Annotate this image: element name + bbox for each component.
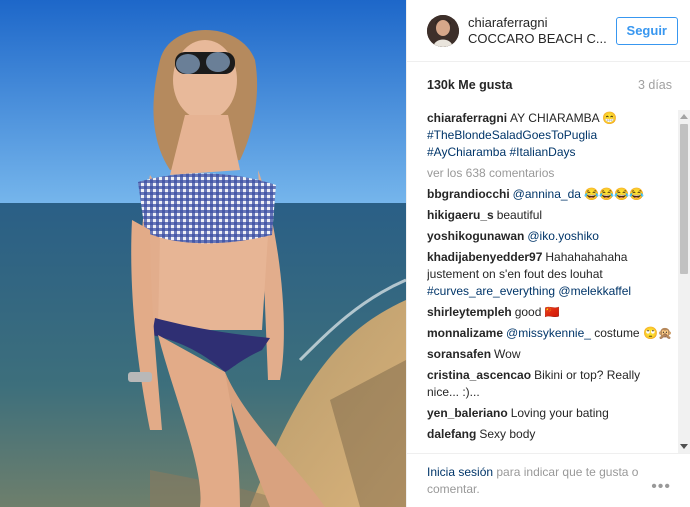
caption: chiaraferragni AY CHIARAMBA 😁 #TheBlondeS… [427, 110, 675, 161]
post-location[interactable]: COCCARO BEACH C... [468, 31, 616, 47]
login-prompt: Inicia sesión para indicar que te gusta … [427, 464, 647, 507]
comment: cristina_ascencao Bikini or top? Really n… [427, 367, 675, 401]
comment: monnalizame @missykennie_ costume 🙄🙊 [427, 325, 675, 342]
post-timestamp[interactable]: 3 días [638, 78, 672, 92]
comment-text: beautiful [496, 208, 543, 222]
comment: shirleytempleh good 🇨🇳 [427, 304, 675, 321]
avatar-image [427, 14, 459, 47]
comment: yoshikogunawan @iko.yoshiko [427, 228, 675, 245]
view-all-comments-link[interactable]: ver los 638 comentarios [427, 165, 675, 182]
login-link[interactable]: Inicia sesión [427, 465, 493, 479]
comment-text: Sexy body [479, 427, 536, 441]
post-header: chiaraferragni COCCARO BEACH C... Seguir [407, 0, 690, 62]
comment: dalefang Sexy body [427, 426, 675, 443]
more-options-icon[interactable]: ••• [651, 478, 671, 507]
comment-text: Loving your bating [510, 406, 609, 420]
post-username[interactable]: chiaraferragni [468, 15, 616, 31]
follow-button[interactable]: Seguir [615, 16, 678, 45]
comment-username[interactable]: khadijabenyedder97 [427, 250, 542, 264]
post-photo[interactable] [0, 0, 406, 507]
comment-mention[interactable]: @annina_da [513, 187, 581, 201]
comments-list: chiaraferragni AY CHIARAMBA 😁 #TheBlondeS… [427, 110, 675, 455]
header-text: chiaraferragni COCCARO BEACH C... [468, 15, 616, 47]
comment-mention[interactable]: @iko.yoshiko [527, 229, 599, 243]
caption-hashtags[interactable]: #TheBlondeSaladGoesToPuglia #AyChiaramba… [427, 127, 675, 161]
comment-username[interactable]: yen_baleriano [427, 406, 508, 420]
comment-username[interactable]: cristina_ascencao [427, 368, 531, 382]
instagram-post: chiaraferragni COCCARO BEACH C... Seguir… [0, 0, 690, 507]
comment: yen_baleriano Loving your bating [427, 405, 675, 422]
comment-username[interactable]: monnalizame [427, 326, 503, 340]
comment-text: costume 🙄🙊 [590, 326, 673, 340]
beach-photo-image [0, 0, 406, 507]
scroll-down-arrow-icon[interactable] [680, 444, 688, 449]
comment-username[interactable]: bbgrandiocchi [427, 187, 510, 201]
comment: khadijabenyedder97 Hahahahahaha justement… [427, 249, 675, 300]
comment: soransafen Wow [427, 346, 675, 363]
avatar[interactable] [427, 14, 459, 47]
comment: hikigaeru_s beautiful [427, 207, 675, 224]
scroll-up-arrow-icon[interactable] [680, 114, 688, 119]
caption-username[interactable]: chiaraferragni [427, 111, 507, 125]
post-footer: Inicia sesión para indicar que te gusta … [407, 453, 690, 507]
comment-username[interactable]: shirleytempleh [427, 305, 512, 319]
comment-username[interactable]: soransafen [427, 347, 491, 361]
comment-text: good 🇨🇳 [514, 305, 560, 319]
scrollbar-thumb[interactable] [680, 124, 688, 274]
comment-text: Wow [494, 347, 521, 361]
comment-hashtags[interactable]: #curves_are_everything @melekkaffel [427, 283, 675, 300]
comment: bbgrandiocchi @annina_da 😂😂😂😂 [427, 186, 675, 203]
comment-mention[interactable]: @missykennie_ [506, 326, 591, 340]
post-details-panel: chiaraferragni COCCARO BEACH C... Seguir… [406, 0, 690, 507]
comment-username[interactable]: yoshikogunawan [427, 229, 524, 243]
comment-text: 😂😂😂😂 [580, 187, 645, 201]
comment-username[interactable]: hikigaeru_s [427, 208, 494, 222]
comments-scrollbar[interactable] [678, 110, 690, 453]
caption-text: AY CHIARAMBA 😁 [510, 111, 618, 125]
likes-count[interactable]: 130k Me gusta [427, 78, 512, 92]
post-stats: 130k Me gusta 3 días [407, 62, 690, 108]
comment-username[interactable]: dalefang [427, 427, 476, 441]
